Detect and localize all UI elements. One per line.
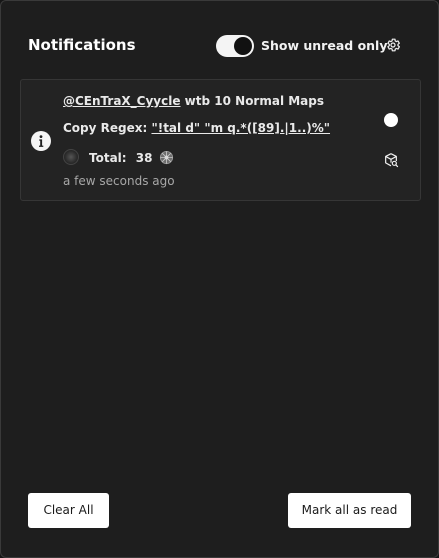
info-icon bbox=[31, 131, 51, 151]
show-unread-label[interactable]: Show unread only bbox=[261, 38, 387, 53]
show-unread-toggle[interactable] bbox=[216, 35, 254, 57]
message-text: wtb 10 Normal Maps bbox=[180, 94, 325, 108]
total-label: Total: bbox=[89, 151, 127, 165]
notification-message: @CEnTraX_Cyycle wtb 10 Normal Maps bbox=[63, 94, 324, 108]
avatar bbox=[63, 149, 79, 165]
mark-all-read-button[interactable]: Mark all as read bbox=[288, 493, 411, 528]
notification-timestamp: a few seconds ago bbox=[63, 174, 175, 188]
copy-regex-link[interactable]: "!tal d" "m q.*([89].|1..)%" bbox=[151, 121, 330, 135]
gear-icon[interactable] bbox=[385, 37, 401, 53]
total-value: 38 bbox=[135, 151, 153, 165]
total-row: Total: 38 bbox=[63, 149, 174, 165]
copy-regex-row: Copy Regex: "!tal d" "m q.*([89].|1..)%" bbox=[63, 121, 330, 135]
notifications-panel: Notifications Show unread only @CEnTraX_… bbox=[0, 0, 439, 558]
orb-icon bbox=[159, 150, 173, 165]
trade-icon[interactable] bbox=[383, 152, 399, 168]
panel-title: Notifications bbox=[28, 36, 136, 54]
copy-regex-label: Copy Regex: bbox=[63, 121, 152, 135]
notification-card[interactable]: @CEnTraX_Cyycle wtb 10 Normal Maps Copy … bbox=[20, 79, 421, 201]
panel-header: Notifications Show unread only bbox=[28, 33, 412, 61]
user-link[interactable]: @CEnTraX_Cyycle bbox=[63, 94, 181, 108]
toggle-knob bbox=[234, 37, 252, 55]
unread-dot-icon[interactable] bbox=[384, 113, 398, 127]
clear-all-button[interactable]: Clear All bbox=[28, 493, 109, 528]
